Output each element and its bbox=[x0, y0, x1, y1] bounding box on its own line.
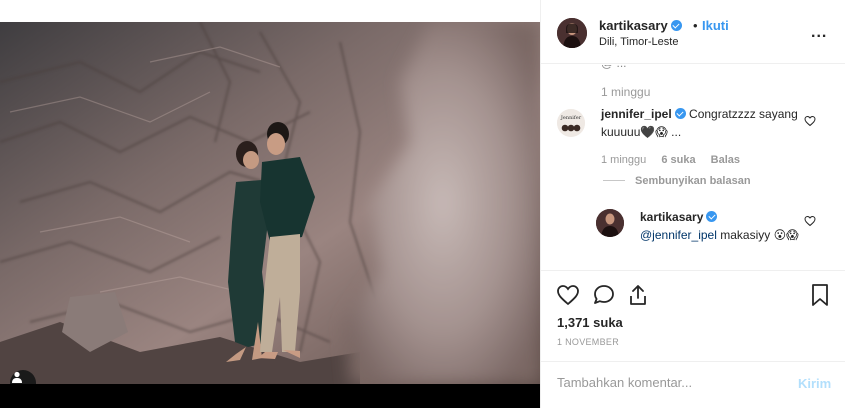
post-comment-button[interactable]: Kirim bbox=[798, 376, 831, 391]
verified-badge-icon bbox=[674, 108, 686, 119]
add-comment-bar: Kirim bbox=[541, 361, 845, 407]
verified-badge-icon bbox=[670, 20, 682, 31]
commenter-avatar[interactable]: Jennifer bbox=[557, 109, 585, 137]
likes-count[interactable]: 1,371 suka bbox=[557, 315, 623, 330]
heart-icon[interactable] bbox=[556, 283, 580, 307]
top-band bbox=[0, 0, 540, 22]
separator-dot: • bbox=[693, 18, 698, 33]
post-photo[interactable] bbox=[0, 22, 540, 384]
comment-like-heart-icon[interactable] bbox=[804, 115, 816, 127]
reply-avatar[interactable] bbox=[596, 209, 624, 237]
author-username-text[interactable]: kartikasary bbox=[599, 18, 668, 33]
post-actions: 1,371 suka 1 NOVEMBER Kirim bbox=[541, 270, 845, 406]
comment-1-timestamp[interactable]: 1 minggu bbox=[601, 154, 646, 166]
comments-section[interactable]: @ ... 1 minggu Jennifer jennifer_ipel Co… bbox=[541, 65, 845, 270]
reply-1-mention[interactable]: @jennifer_ipel bbox=[640, 228, 717, 242]
author-avatar-image bbox=[557, 18, 587, 48]
comment-1-likes[interactable]: 6 suka bbox=[661, 154, 695, 166]
truncated-caption-line: @ ... bbox=[601, 65, 627, 70]
share-icon[interactable] bbox=[626, 283, 650, 307]
svg-text:Jennifer: Jennifer bbox=[560, 115, 582, 121]
comment-1-reply-button[interactable]: Balas bbox=[711, 154, 740, 166]
replies-divider bbox=[603, 180, 625, 181]
reply-1-text: makasiyy 😮😱 bbox=[716, 228, 799, 242]
comment-input[interactable] bbox=[557, 375, 777, 390]
couple-on-rocks-photo bbox=[0, 22, 540, 384]
comment-1: jennifer_ipel Congratzzzz sayang kuuuuu🖤… bbox=[601, 105, 801, 141]
follow-button[interactable]: Ikuti bbox=[702, 18, 729, 33]
post-date[interactable]: 1 NOVEMBER bbox=[557, 337, 619, 347]
user-tag-icon bbox=[12, 371, 22, 383]
comment-1-meta: 1 minggu 6 suka Balas bbox=[601, 154, 740, 166]
author-avatar[interactable] bbox=[557, 18, 587, 48]
comment-1-username[interactable]: jennifer_ipel bbox=[601, 107, 672, 121]
caption-timestamp[interactable]: 1 minggu bbox=[601, 85, 650, 99]
bottom-band bbox=[0, 384, 540, 408]
post-side-panel: kartikasary • Ikuti Dili, Timor-Leste ..… bbox=[540, 0, 845, 408]
verified-badge-icon bbox=[706, 211, 718, 222]
comment-icon[interactable] bbox=[592, 283, 616, 307]
hide-replies-button[interactable]: Sembunyikan balasan bbox=[603, 175, 751, 187]
bookmark-icon[interactable] bbox=[808, 283, 832, 307]
post-header: kartikasary • Ikuti Dili, Timor-Leste ..… bbox=[541, 0, 845, 64]
reply-1-username[interactable]: kartikasary bbox=[640, 210, 703, 224]
reply-like-heart-icon[interactable] bbox=[804, 215, 816, 227]
hide-replies-label[interactable]: Sembunyikan balasan bbox=[635, 175, 751, 187]
commenter-avatar-image: Jennifer bbox=[557, 109, 585, 137]
post-location[interactable]: Dili, Timor-Leste bbox=[599, 36, 678, 48]
reply-1: kartikasary @jennifer_ipel makasiyy 😮😱 bbox=[640, 208, 802, 244]
more-options-button[interactable]: ... bbox=[811, 24, 827, 42]
instagram-post-modal: kartikasary • Ikuti Dili, Timor-Leste ..… bbox=[0, 0, 845, 408]
author-username[interactable]: kartikasary bbox=[599, 18, 682, 33]
reply-avatar-image bbox=[596, 209, 624, 237]
